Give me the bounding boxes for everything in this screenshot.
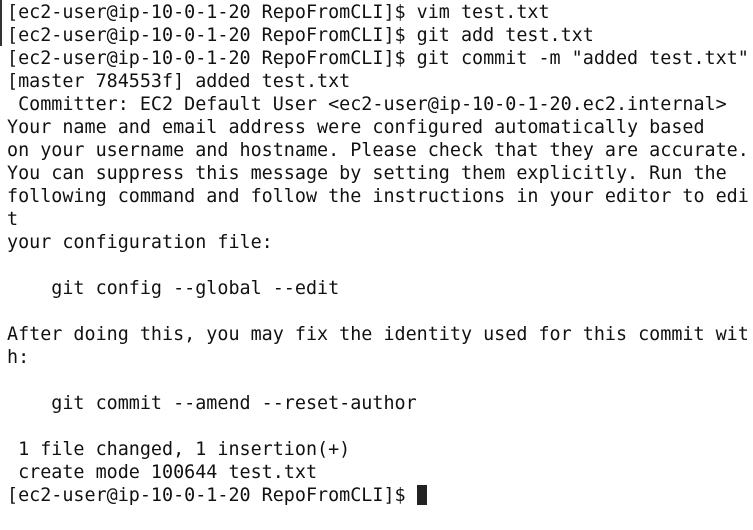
terminal-line: t <box>7 209 19 230</box>
text-cursor <box>416 485 427 505</box>
terminal-line: git config --global --edit <box>7 278 340 299</box>
terminal-line: After doing this, you may fix the identi… <box>7 324 749 345</box>
terminal-line: [master 784553f] added test.txt <box>7 71 351 92</box>
shell-prompt: [ec2-user@ip-10-0-1-20 RepoFromCLI]$ <box>7 485 417 506</box>
terminal-line: Committer: EC2 Default User <ec2-user@ip… <box>7 94 727 115</box>
terminal-line: You can suppress this message by setting… <box>7 163 727 184</box>
terminal-line: h: <box>7 347 30 368</box>
terminal-line: [ec2-user@ip-10-0-1-20 RepoFromCLI]$ vim… <box>7 2 550 23</box>
terminal-line: 1 file changed, 1 insertion(+) <box>7 439 351 460</box>
terminal-line: Your name and email address were configu… <box>7 117 705 138</box>
terminal-line: create mode 100644 test.txt <box>7 462 318 483</box>
scroll-edge-marker <box>0 0 2 46</box>
terminal-line: your configuration file: <box>7 232 273 253</box>
terminal-window[interactable]: [ec2-user@ip-10-0-1-20 RepoFromCLI]$ vim… <box>0 0 753 530</box>
terminal-line: [ec2-user@ip-10-0-1-20 RepoFromCLI]$ git… <box>7 25 594 46</box>
terminal-line: [ec2-user@ip-10-0-1-20 RepoFromCLI]$ git… <box>7 48 749 69</box>
terminal-line: following command and follow the instruc… <box>7 186 749 207</box>
terminal-prompt-line[interactable]: [ec2-user@ip-10-0-1-20 RepoFromCLI]$ <box>7 484 753 507</box>
terminal-line: git commit --amend --reset-author <box>7 393 417 414</box>
terminal-line: on your username and hostname. Please ch… <box>7 140 749 161</box>
